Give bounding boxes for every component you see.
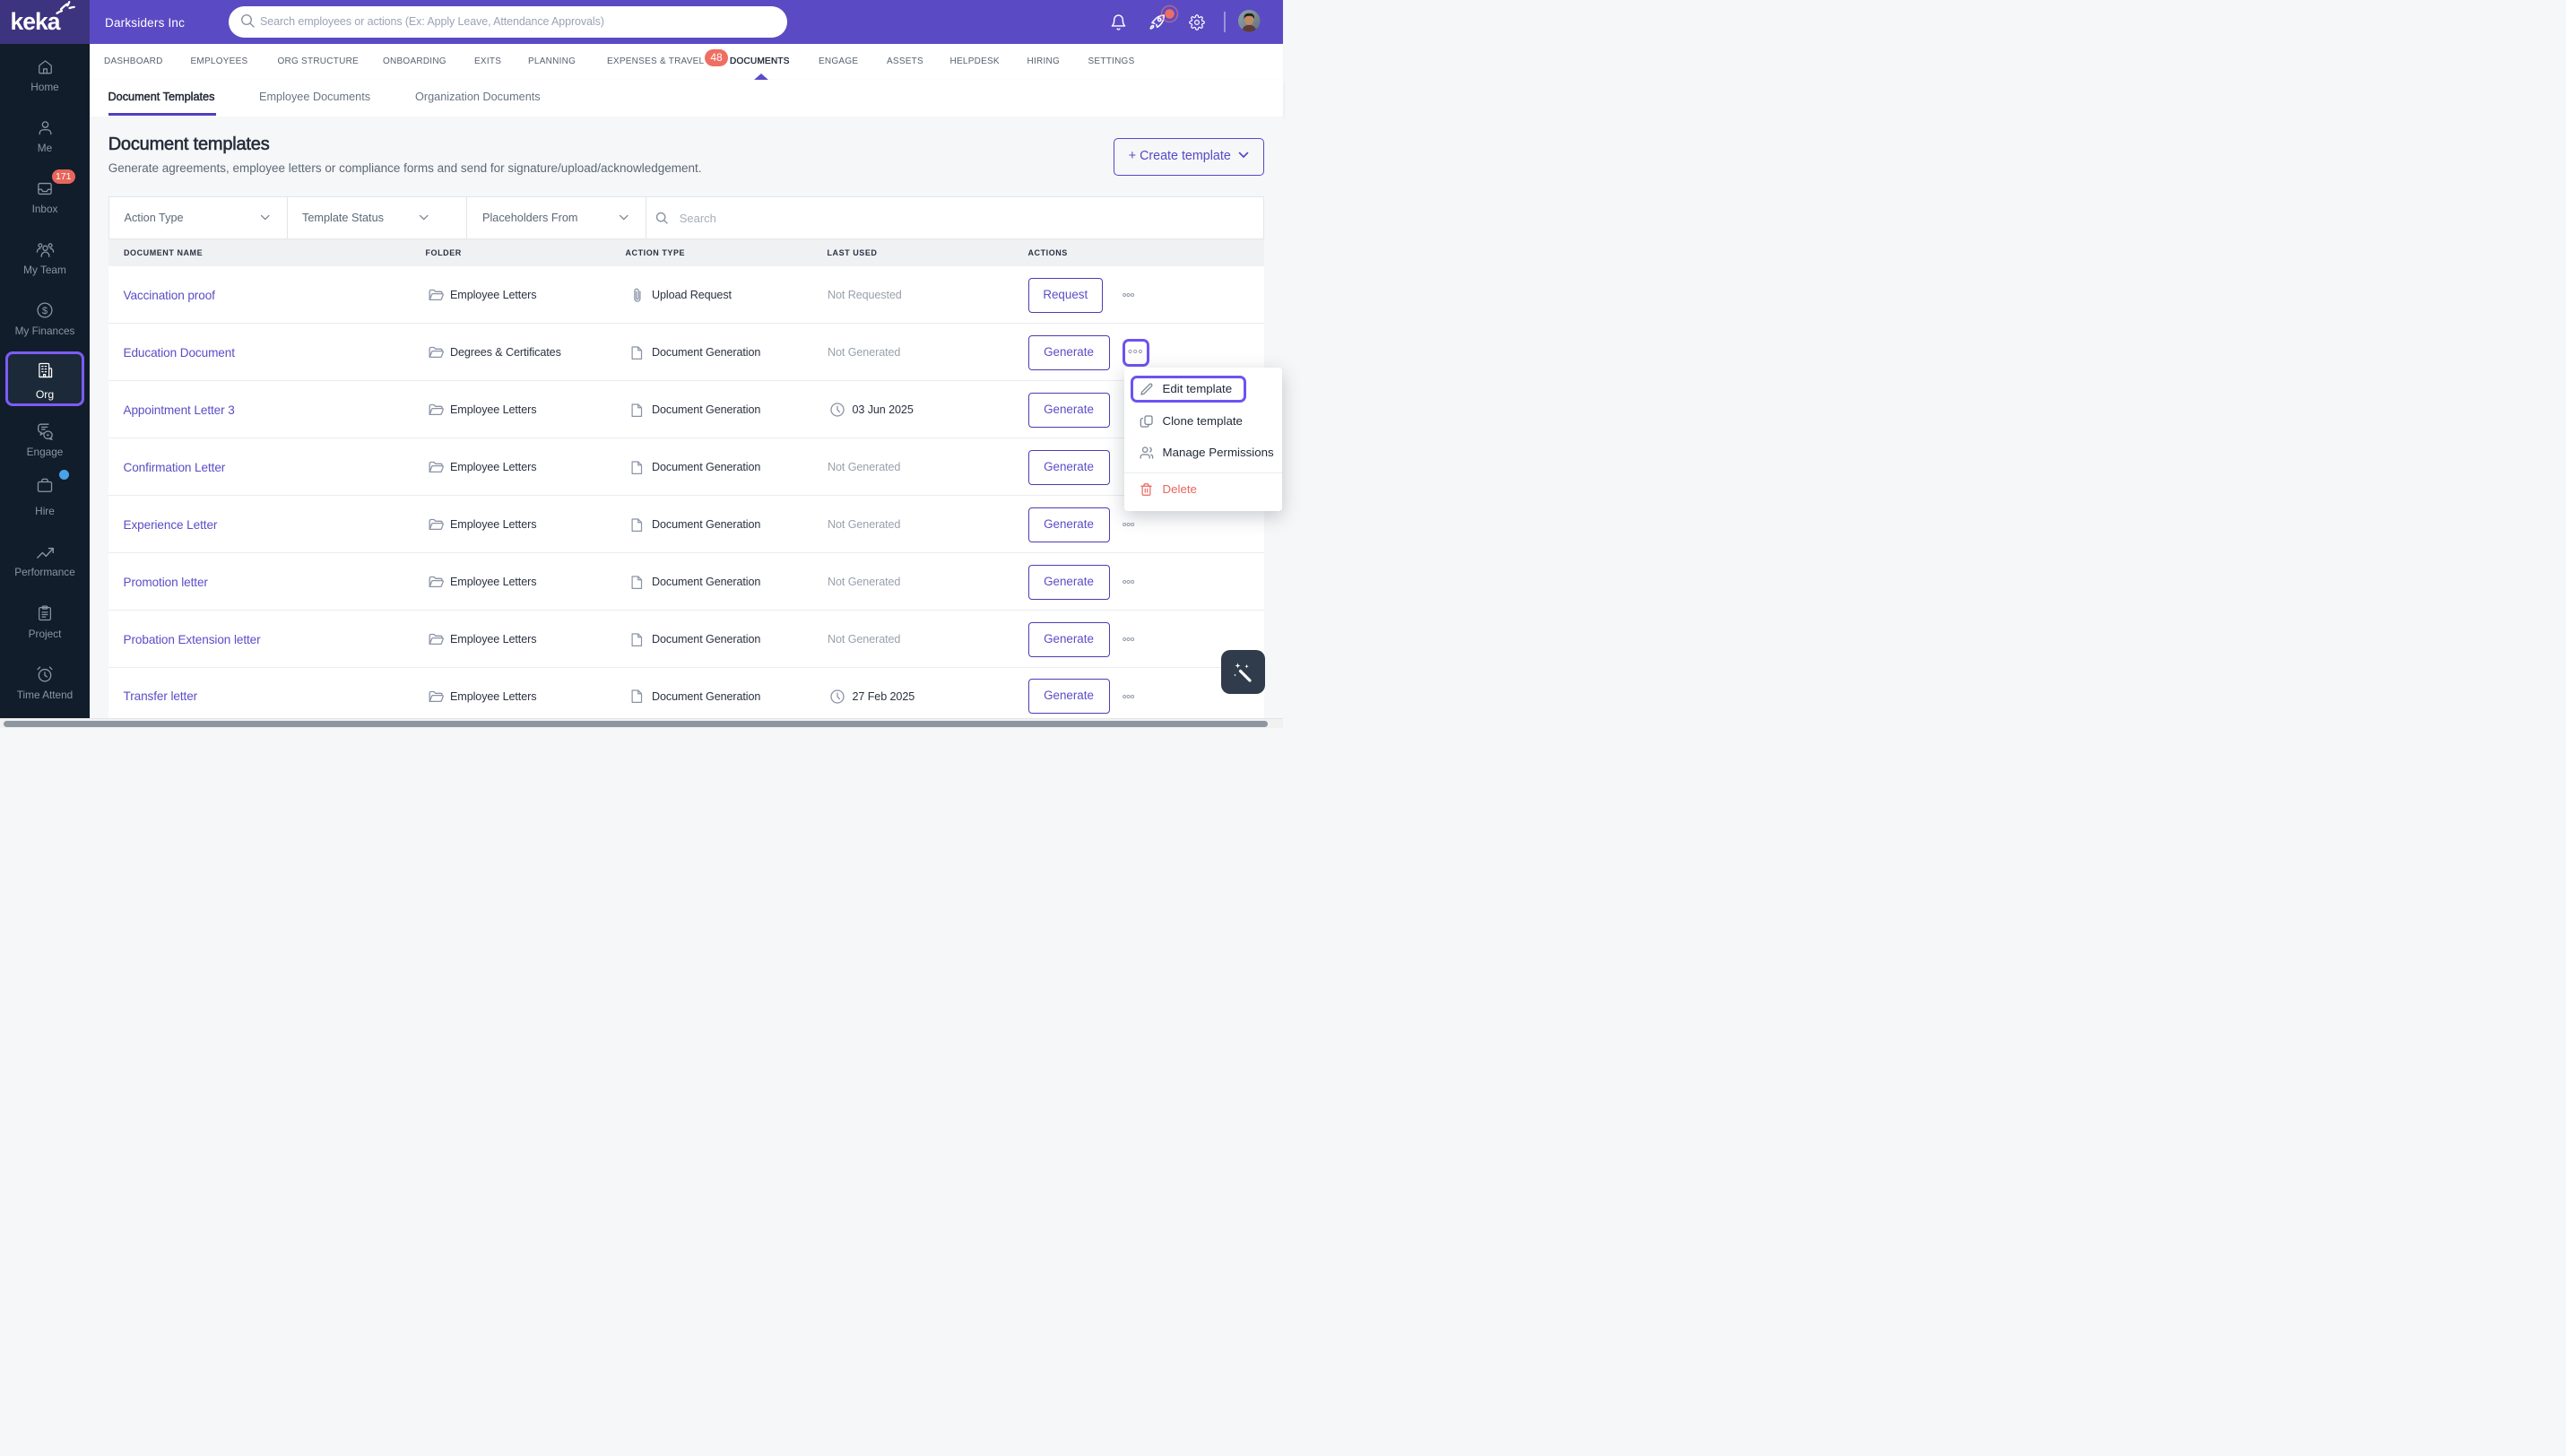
- svg-text:$: $: [42, 306, 48, 316]
